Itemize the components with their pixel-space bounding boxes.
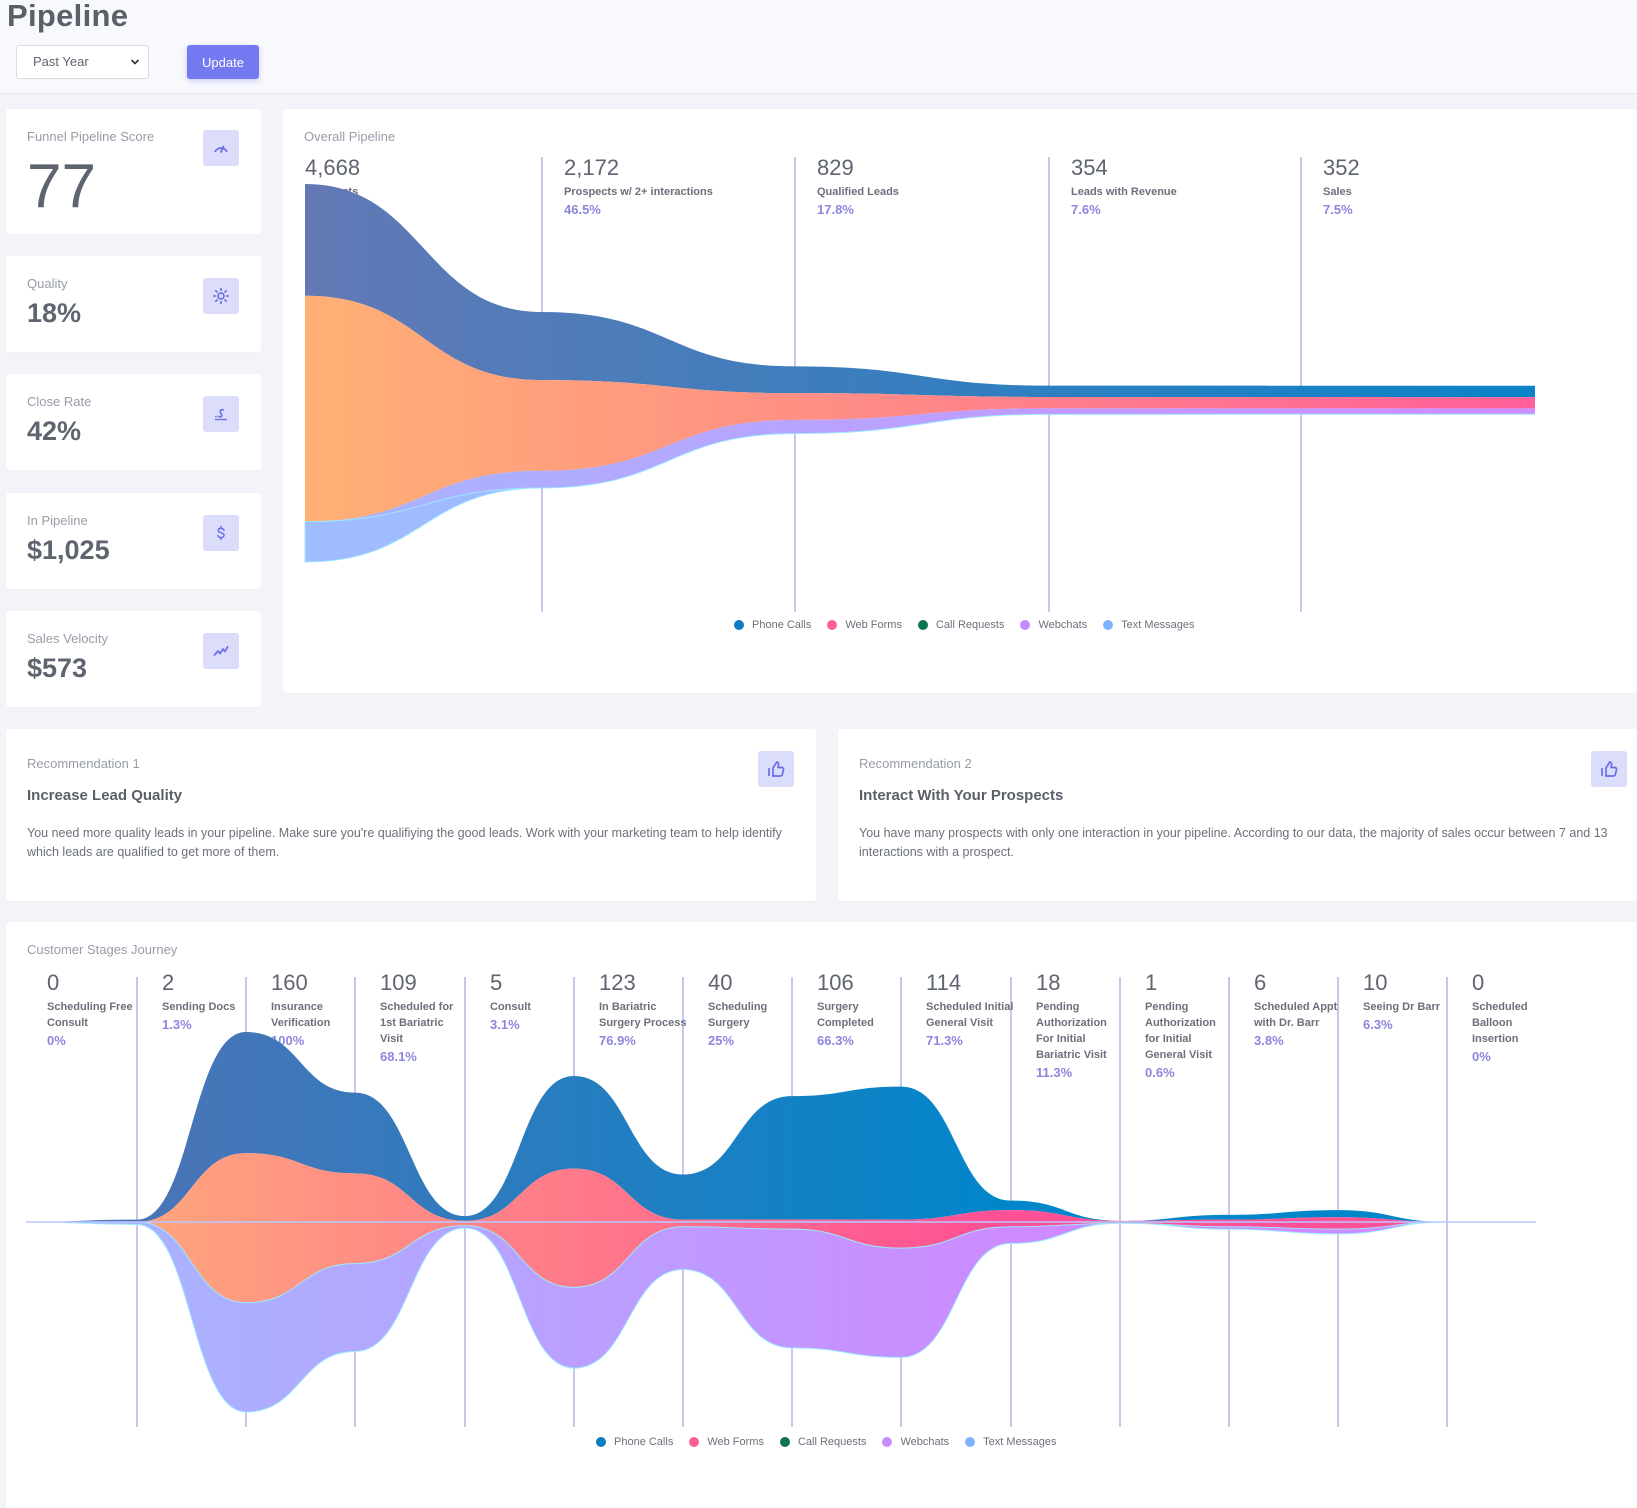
legend-label: Web Forms — [845, 619, 902, 631]
legend-label: Text Messages — [983, 1436, 1057, 1448]
legend-item[interactable]: Call Requests — [779, 1436, 867, 1448]
speedometer-icon — [203, 130, 239, 166]
legend-swatch-icon — [965, 1437, 976, 1447]
kpi-label: Funnel Pipeline Score — [27, 129, 155, 144]
legend-swatch-icon — [1103, 620, 1114, 630]
kpi-value: 18% — [27, 298, 82, 328]
customer-journey-legend: Phone Calls Web Forms Call Requests Webchat… — [596, 1436, 1073, 1448]
legend-label: Call Requests — [797, 1436, 867, 1448]
trend-line-icon — [203, 633, 239, 669]
recommendation-body: You need more quality leads in your pipe… — [27, 826, 782, 859]
kpi-label: Close Rate — [27, 394, 92, 409]
recommendation-label: Recommendation 1 — [27, 756, 140, 771]
kpi-label: Quality — [27, 276, 68, 291]
legend-label: Web Forms — [707, 1436, 764, 1448]
update-button[interactable]: Update — [187, 45, 259, 79]
kpi-label: In Pipeline — [27, 513, 88, 528]
legend-item[interactable]: Phone Calls — [596, 1436, 673, 1448]
legend-swatch-icon — [917, 620, 928, 630]
legend-label: Webchats — [1038, 619, 1088, 631]
overall-pipeline-legend: Phone Calls Web Forms Call Requests Webchat… — [734, 619, 1211, 631]
kpi-card-close-rate: Close Rate 42% — [6, 374, 261, 470]
legend-label: Call Requests — [935, 619, 1005, 631]
page-title: Pipeline — [7, 0, 129, 33]
legend-item[interactable]: Text Messages — [1103, 619, 1195, 631]
signature-icon — [203, 396, 239, 432]
date-range-select[interactable]: Past Year — [16, 45, 149, 79]
legend-item[interactable]: Webchats — [1020, 619, 1087, 631]
flow-band-phone-calls — [305, 184, 1535, 398]
customer-journey-card: Customer Stages Journey 0 Scheduling Free… — [6, 922, 1637, 1508]
kpi-card-in-pipeline: In Pipeline $1,025 — [6, 493, 261, 589]
kpi-card-quality: Quality 18% — [6, 256, 261, 352]
legend-swatch-icon — [596, 1437, 606, 1447]
page-header: Pipeline Past Year Update — [0, 0, 1637, 94]
thumbs-up-icon[interactable] — [1591, 751, 1627, 787]
legend-swatch-icon — [827, 620, 838, 630]
date-range-value: Past Year — [33, 54, 89, 69]
sun-icon — [203, 278, 239, 314]
recommendation-card-1: Recommendation 1 Increase Lead Quality Y… — [6, 729, 816, 901]
overall-pipeline-chart — [304, 157, 1536, 612]
legend-item[interactable]: Phone Calls — [734, 619, 811, 631]
legend-label: Phone Calls — [614, 1436, 674, 1448]
overall-pipeline-card: Overall Pipeline 4,668Prospects100%2,172… — [283, 109, 1637, 693]
kpi-value: $573 — [27, 653, 88, 683]
recommendation-card-2: Recommendation 2 Interact With Your Pros… — [838, 729, 1637, 901]
legend-item[interactable]: Webchats — [882, 1436, 949, 1448]
legend-swatch-icon — [734, 620, 744, 630]
legend-item[interactable]: Web Forms — [827, 619, 902, 631]
kpi-value: 42% — [27, 416, 82, 446]
dollar-icon — [203, 515, 239, 551]
legend-label: Phone Calls — [752, 619, 812, 631]
legend-swatch-icon — [779, 1437, 790, 1447]
legend-item[interactable]: Call Requests — [917, 619, 1005, 631]
recommendation-label: Recommendation 2 — [859, 756, 972, 771]
legend-swatch-icon — [1020, 620, 1031, 630]
thumbs-up-icon[interactable] — [758, 751, 794, 787]
customer-journey-chart — [25, 977, 1537, 1427]
kpi-value: 77 — [27, 152, 96, 221]
kpi-value: $1,025 — [27, 535, 110, 565]
kpi-card-funnel-score: Funnel Pipeline Score 77 — [6, 109, 261, 234]
legend-swatch-icon — [689, 1437, 700, 1447]
recommendation-title: Interact With Your Prospects — [859, 787, 1064, 804]
legend-item[interactable]: Text Messages — [965, 1436, 1057, 1448]
kpi-label: Sales Velocity — [27, 631, 108, 646]
kpi-card-sales-velocity: Sales Velocity $573 — [6, 611, 261, 707]
chevron-down-icon — [130, 46, 140, 91]
recommendation-title: Increase Lead Quality — [27, 787, 183, 804]
legend-label: Text Messages — [1121, 619, 1195, 631]
legend-item[interactable]: Web Forms — [689, 1436, 764, 1448]
legend-label: Webchats — [900, 1436, 950, 1448]
recommendation-body: You have many prospects with only one in… — [859, 826, 1608, 859]
legend-swatch-icon — [882, 1437, 893, 1447]
